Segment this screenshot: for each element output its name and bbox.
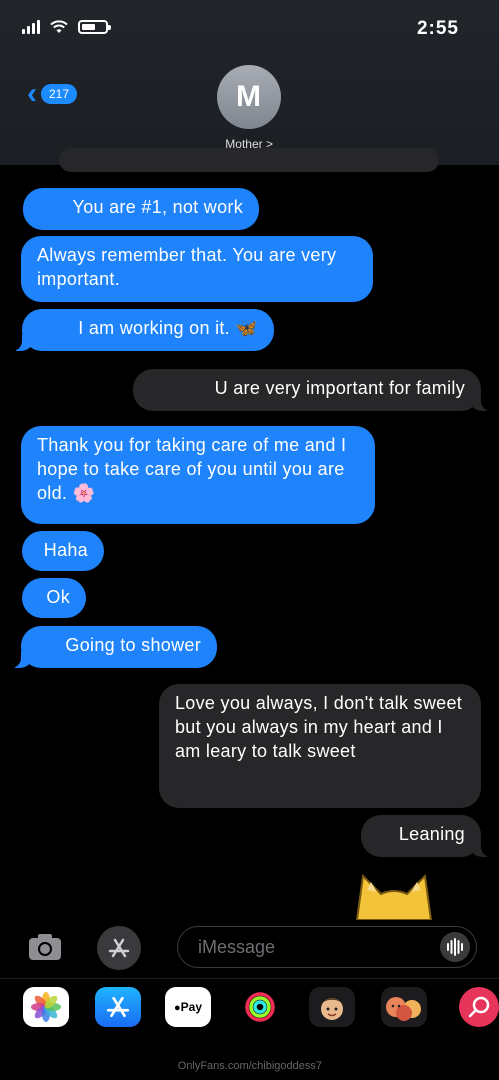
message-text: Haha (43, 540, 88, 560)
message-bubble-partial (59, 148, 439, 172)
web-search-app-button[interactable] (459, 987, 499, 1027)
app-store-button[interactable] (97, 926, 141, 970)
message-text: Love you always, I don't talk sweet but … (175, 693, 463, 761)
message-bubble-received[interactable]: Haha (22, 531, 104, 571)
status-bar: 2:55 (0, 0, 499, 52)
camera-button[interactable] (23, 926, 67, 970)
cellular-signal-icon (22, 20, 40, 34)
contact-avatar[interactable]: M (217, 65, 281, 129)
message-bubble-sent[interactable]: Love you always, I don't talk sweet but … (159, 684, 481, 808)
message-bubble-received[interactable]: Thank you for taking care of me and I ho… (21, 426, 375, 524)
waveform-icon (447, 938, 463, 956)
message-text: Ok (46, 587, 70, 607)
message-bubble-received[interactable]: I am working on it. 🦋 (22, 309, 274, 351)
memoji-stickers-icon (386, 997, 421, 1021)
message-text: Leaning (398, 824, 465, 844)
web-search-icon (468, 996, 490, 1018)
memoji-stickers-app-button[interactable] (381, 987, 427, 1027)
imessage-app-tray: ●Pay (0, 978, 499, 1039)
message-bubble-received[interactable]: Going to shower (21, 626, 217, 668)
message-input[interactable]: iMessage (177, 926, 477, 968)
message-bubble-received[interactable]: You are #1, not work (23, 188, 259, 230)
watermark-text: OnlyFans.com/chibigoddess7 (177, 1060, 322, 1072)
avatar-initial: M (236, 80, 262, 113)
apple-pay-app-button[interactable]: ●Pay (165, 987, 211, 1027)
message-bubble-received[interactable]: Always remember that. You are very impor… (21, 236, 373, 302)
back-button[interactable]: ‹ 217 (26, 77, 77, 110)
watermark: OnlyFans.com/chibigoddess7 (0, 1060, 499, 1072)
unread-count-badge: 217 (40, 84, 77, 104)
battery-icon (78, 20, 108, 34)
activity-app-button[interactable] (237, 987, 283, 1027)
message-text: U are very important for family (214, 378, 465, 398)
photos-icon (31, 992, 61, 1022)
apps-icon (108, 938, 130, 958)
memoji-icon (320, 998, 344, 1020)
message-text: You are #1, not work (72, 197, 243, 217)
message-input-placeholder: iMessage (198, 937, 276, 957)
message-text: Thank you for taking care of me and I ho… (37, 435, 347, 503)
wifi-icon (50, 20, 68, 33)
photos-app-button[interactable] (23, 987, 69, 1027)
cat-sticker-icon (355, 873, 433, 920)
apple-pay-icon: ●Pay (174, 1000, 203, 1014)
compose-bar: iMessage (0, 918, 499, 978)
activity-icon (245, 992, 275, 1022)
app-store-app-button[interactable] (95, 987, 141, 1027)
status-icons (22, 20, 108, 34)
message-text: Going to shower (65, 635, 201, 655)
message-bubble-received[interactable]: Ok (22, 578, 86, 618)
messages-screen: 2:55 ‹ 217 M Mother > You are #1, not wo… (0, 0, 499, 1080)
audio-message-button[interactable] (440, 932, 470, 962)
app-store-icon (106, 996, 130, 1018)
message-text: Always remember that. You are very impor… (37, 245, 337, 289)
apple-pay-label: Pay (180, 1000, 203, 1014)
chevron-left-icon: ‹ (26, 77, 37, 110)
conversation-header: 2:55 ‹ 217 M Mother > (0, 0, 499, 165)
message-bubble-sent[interactable]: U are very important for family (133, 369, 481, 411)
memoji-app-button[interactable] (309, 987, 355, 1027)
message-bubble-sent[interactable]: Leaning (361, 815, 481, 857)
message-text: I am working on it. 🦋 (78, 318, 258, 338)
status-time: 2:55 (416, 18, 459, 39)
